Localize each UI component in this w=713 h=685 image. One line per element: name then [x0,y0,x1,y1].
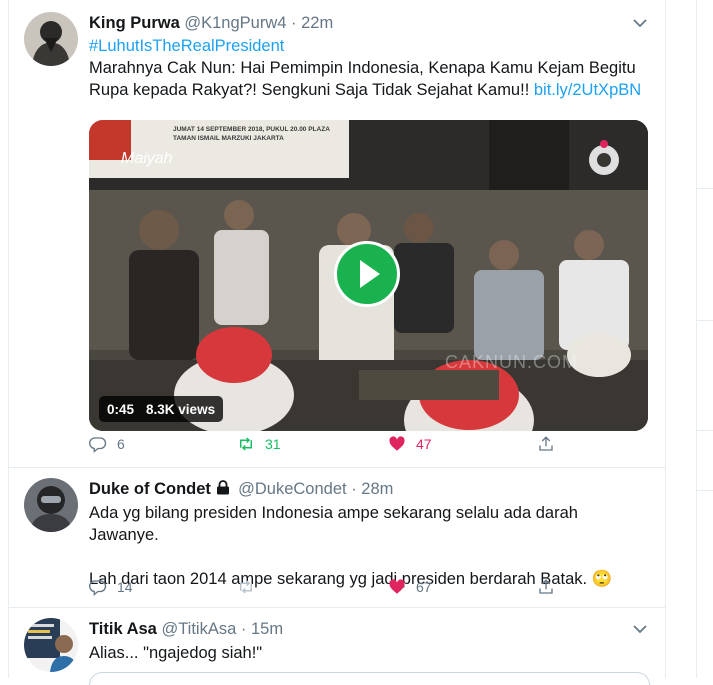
reply-icon [89,437,107,453]
sidebar-card-edge [697,188,713,321]
display-name[interactable]: Titik Asa [89,620,157,638]
share-button[interactable] [537,576,565,598]
retweet-icon [240,437,252,451]
tweet-text-line: Ada yg bilang presiden Indonesia ampe se… [89,504,578,544]
avatar[interactable] [24,12,78,66]
reply-icon [89,580,107,596]
display-name[interactable]: King Purwa [89,14,180,32]
video-stats-pill: 0:45 8.3K views [99,396,224,422]
reply-count: 6 [117,436,125,452]
avatar[interactable] [24,618,78,672]
separator-dot: · [291,14,297,32]
retweet-button [237,576,265,598]
event-banner-text: JUMAT 14 SEPTEMBER 2018, PUKUL 20.00 PLA… [173,126,330,142]
reply-button[interactable]: 14 [89,576,133,598]
share-icon [539,579,553,594]
chevron-down-icon[interactable] [633,624,647,634]
tweet-header: King Purwa @K1ngPurw4 · 22m [89,12,647,34]
chevron-down-icon[interactable] [633,18,647,28]
share-button[interactable] [537,433,565,455]
avatar[interactable] [24,478,78,532]
play-button[interactable] [334,241,400,307]
like-button[interactable]: 47 [388,433,432,455]
tweet-header: Titik Asa @TitikAsa · 15m [89,618,647,640]
video-views: 8.3K views [146,401,216,417]
lock-icon [216,480,229,495]
sidebar-card-edge [697,490,713,639]
play-icon [360,260,380,288]
face-with-rolling-eyes-emoji: 🙄 [591,570,613,588]
quoted-card-edge [89,672,650,685]
retweet-count: 31 [265,436,281,452]
tweet-timestamp[interactable]: 28m [361,480,393,498]
display-name[interactable]: Duke of Condet [89,480,211,498]
sidebar-card-edge [697,430,713,491]
video-duration: 0:45 [107,401,135,417]
separator-dot: · [351,480,357,498]
tweet-text: Alias... "ngajedog siah!" [89,644,263,662]
user-handle[interactable]: @K1ngPurw4 [184,14,286,32]
reply-count: 14 [117,579,133,595]
like-count: 47 [416,436,432,452]
like-count: 67 [416,579,432,595]
retweet-button[interactable]: 31 [237,433,281,455]
video-watermark: CAKNUN.COM [445,352,579,372]
user-handle[interactable]: @DukeCondet [238,480,346,498]
user-handle[interactable]: @TitikAsa [161,620,236,638]
hashtag-link[interactable]: #LuhutIsTheRealPresident [89,35,647,57]
separator-dot: · [240,620,247,638]
share-icon [539,436,553,451]
tweet-actions: 14 67 [89,576,569,598]
sidebar-card-edge [697,320,713,431]
tweet-header: Duke of Condet @DukeCondet · 28m [89,478,647,500]
video-player[interactable]: JUMAT 14 SEPTEMBER 2018, PUKUL 20.00 PLA… [89,120,648,431]
tweet-actions: 6 31 47 [89,433,569,455]
channel-logo-text: Maiyah [121,150,173,167]
reply-button[interactable]: 6 [89,433,125,455]
tweet-king-purwa[interactable]: King Purwa @K1ngPurw4 · 22m #LuhutIsTheR… [9,0,665,468]
like-icon [389,579,405,594]
url-link[interactable]: bit.ly/2UtXpBN [534,81,641,99]
tweet-timestamp[interactable]: 22m [301,14,333,32]
tweet-text: #LuhutIsTheRealPresident Marahnya Cak Nu… [89,35,647,101]
retweet-icon [240,580,252,594]
tweet-timestamp[interactable]: 15m [251,620,283,638]
timeline: King Purwa @K1ngPurw4 · 22m #LuhutIsTheR… [8,0,666,685]
like-button[interactable]: 67 [388,576,432,598]
tweet-titik-asa[interactable]: Titik Asa @TitikAsa · 15m Alias... "ngaj… [9,607,665,685]
like-icon [389,436,405,451]
right-sidebar-edge [696,0,713,678]
tweet-duke-of-condet[interactable]: Duke of Condet @DukeCondet · 28m Ada yg … [9,467,665,608]
